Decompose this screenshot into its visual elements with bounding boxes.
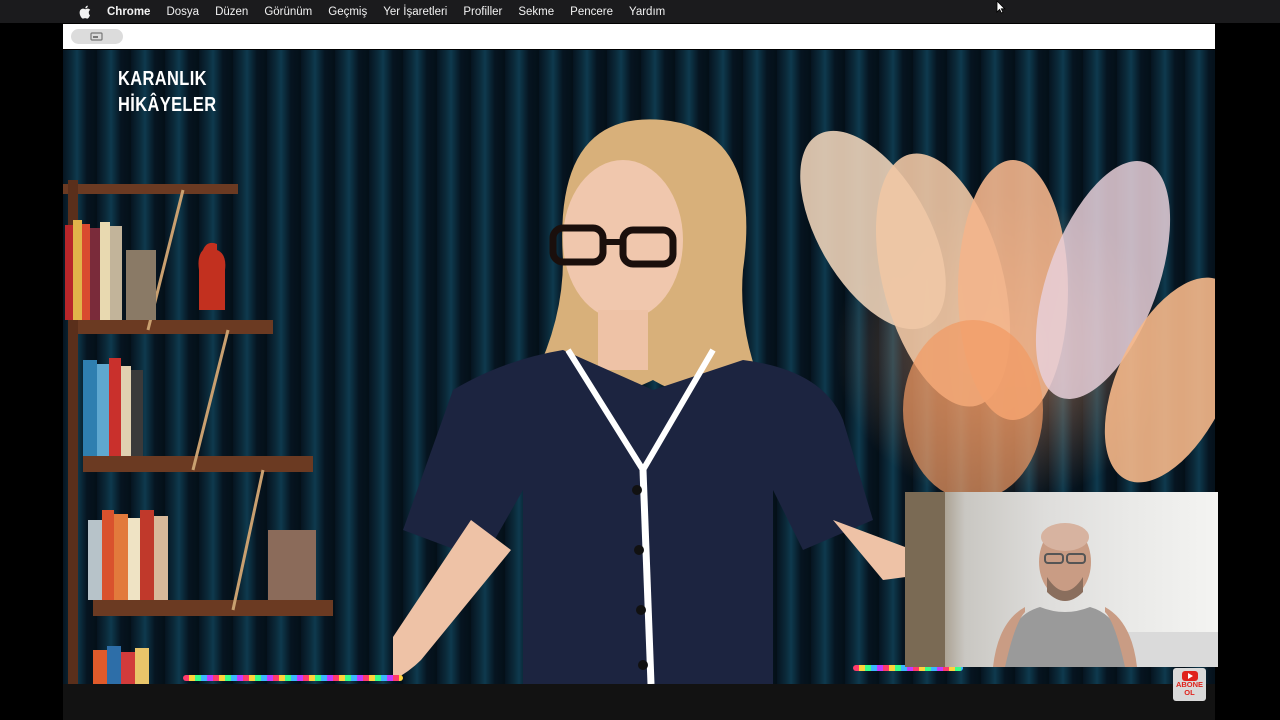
menu-gorunum[interactable]: Görünüm [264,6,312,18]
subscribe-button[interactable]: ABONE OL [1173,668,1206,701]
menu-duzen[interactable]: Düzen [215,6,248,18]
channel-logo: KARANLIK HİKÂYELER [118,66,216,118]
tab-overview-button[interactable] [71,29,123,44]
led-strip-left [183,675,403,681]
window-icon [90,31,103,41]
bookshelf [63,180,333,684]
menu-yardim[interactable]: Yardım [629,6,665,18]
menu-profiller[interactable]: Profiller [463,6,502,18]
webcam-person [905,492,1218,667]
channel-logo-line1: KARANLIK [118,68,207,90]
menu-yer-isaretleri[interactable]: Yer İşaretleri [383,6,447,18]
subscribe-label-line2: OL [1184,688,1195,697]
browser-toolbar [63,24,1215,49]
menu-bar: Chrome Dosya Düzen Görünüm Geçmiş Yer İş… [0,0,1280,23]
presenter [393,119,913,684]
mouse-cursor-icon [996,0,1006,14]
menu-gecmis[interactable]: Geçmiş [328,6,367,18]
pip-webcam[interactable] [905,492,1218,667]
menu-dosya[interactable]: Dosya [166,6,199,18]
menu-pencere[interactable]: Pencere [570,6,613,18]
video-bottom-bar [63,684,1215,720]
apple-logo-icon[interactable] [79,5,93,19]
menu-sekme[interactable]: Sekme [518,6,554,18]
menu-app-chrome[interactable]: Chrome [107,6,150,18]
channel-logo-line2: HİKÂYELER [118,94,217,116]
